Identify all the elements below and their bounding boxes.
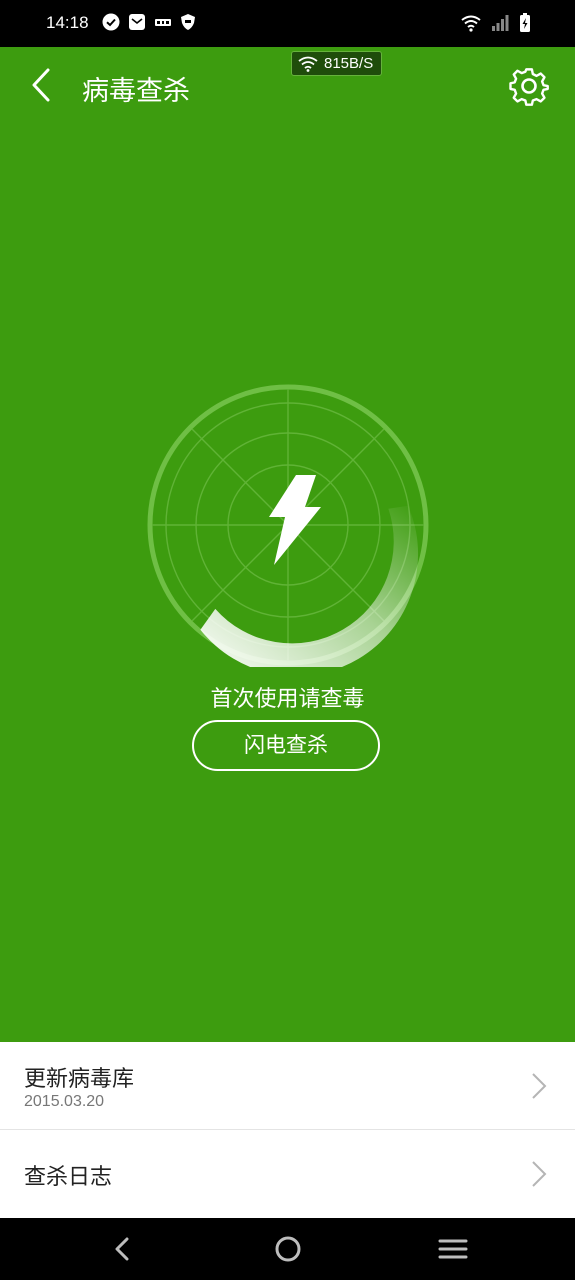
status-time: 14:18 bbox=[46, 13, 89, 32]
lightning-icon bbox=[269, 475, 321, 565]
chevron-right-icon bbox=[532, 1073, 547, 1099]
scanner-radar bbox=[147, 384, 429, 667]
status-icons-right bbox=[461, 13, 531, 33]
status-icons-left bbox=[102, 13, 196, 31]
home-circle-icon[interactable] bbox=[271, 1233, 305, 1265]
chevron-right-icon bbox=[532, 1161, 547, 1187]
system-nav-bar bbox=[0, 1218, 575, 1280]
network-speed-text: 815B/S bbox=[324, 55, 374, 72]
wifi-icon bbox=[461, 15, 481, 32]
app-notification-icon bbox=[155, 19, 171, 26]
scan-log-item[interactable]: 查杀日志 bbox=[0, 1130, 575, 1217]
network-speed-badge: 815B/S bbox=[291, 51, 383, 76]
check-circle-icon bbox=[102, 13, 120, 31]
flash-scan-button[interactable]: 闪电查杀 bbox=[192, 720, 380, 771]
signal-icon bbox=[492, 15, 509, 31]
back-triangle-icon[interactable] bbox=[105, 1233, 139, 1265]
update-virus-db-label: 更新病毒库 bbox=[24, 1067, 135, 1092]
radar-sweep bbox=[200, 505, 418, 667]
status-bar: 14:18 bbox=[0, 0, 575, 47]
battery-charging-icon bbox=[520, 13, 530, 32]
page-title: 病毒查杀 bbox=[82, 76, 190, 107]
shield-icon bbox=[181, 14, 195, 30]
update-virus-db-item[interactable]: 更新病毒库 2015.03.20 bbox=[0, 1043, 575, 1130]
menu-icon[interactable] bbox=[436, 1233, 470, 1265]
mail-icon bbox=[129, 14, 145, 30]
back-button[interactable] bbox=[24, 67, 60, 103]
scan-hint: 首次使用请查毒 bbox=[210, 687, 365, 712]
wifi-icon bbox=[298, 56, 318, 72]
virus-db-date: 2015.03.20 bbox=[24, 1093, 105, 1110]
scan-log-label: 查杀日志 bbox=[24, 1165, 113, 1190]
virus-scan-screen: 病毒查杀 815B/S 首次使用请查毒 闪电查杀 bbox=[0, 47, 575, 1042]
gear-icon[interactable] bbox=[509, 66, 549, 106]
